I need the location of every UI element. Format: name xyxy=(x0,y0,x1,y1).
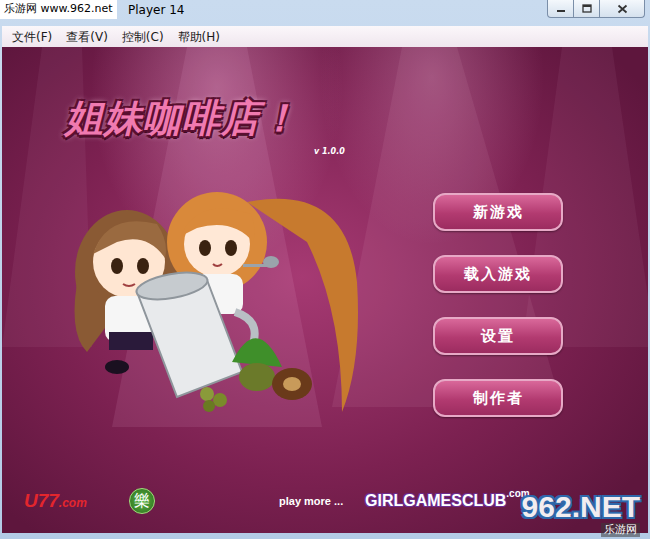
minimize-button[interactable] xyxy=(547,0,574,18)
menu-button[interactable]: 载入游戏 xyxy=(433,255,563,293)
menu-item[interactable]: 控制(C) xyxy=(120,29,170,45)
play-more-link[interactable]: play more ... xyxy=(279,495,365,507)
watermark-name: 乐游网 xyxy=(601,523,640,537)
window-controls xyxy=(547,0,645,18)
watermark-site: 962.NET xyxy=(522,491,640,523)
title-area: 姐妹咖啡店！ v 1.0.0 xyxy=(2,47,433,488)
watermark: 乐游网 www.962.net xyxy=(0,0,117,19)
menu-item[interactable]: 文件(F) xyxy=(10,29,58,45)
watermark-962: 962.NET乐游网 xyxy=(522,491,640,537)
menu-item[interactable]: 查看(V) xyxy=(64,29,114,45)
menu-button[interactable]: 新游戏 xyxy=(433,193,563,231)
club-name: GIRLGAMESCLUB xyxy=(365,492,506,510)
menu-item[interactable]: 帮助(H) xyxy=(176,29,226,45)
version-label: v 1.0.0 xyxy=(314,147,345,156)
flash-player-window: 乐游网 www.962.netPlayer 14 文件(F) 查看(V) 控制(C) 帮… xyxy=(0,0,650,539)
main-menu: 新游戏载入游戏设置制作者 xyxy=(433,47,563,488)
sisters-with-coffee-cup-icon xyxy=(57,162,377,412)
u77-domain: .com xyxy=(59,496,87,510)
menu-button[interactable]: 制作者 xyxy=(433,379,563,417)
menu-button[interactable]: 设置 xyxy=(433,317,563,355)
game-stage: 姐妹咖啡店！v 1.0.0新游戏载入游戏设置制作者U77.com樂play mo… xyxy=(2,47,648,533)
close-icon xyxy=(617,4,628,14)
le-logo[interactable]: 樂 xyxy=(129,488,279,514)
girlgamesclub-logo[interactable]: GIRLGAMESCLUB.com xyxy=(365,492,530,510)
title-bar: 乐游网 www.962.netPlayer 14 xyxy=(0,0,650,22)
u77-name: U77 xyxy=(24,490,59,512)
close-button[interactable] xyxy=(600,0,645,18)
le-badge: 樂 xyxy=(129,488,155,514)
maximize-button[interactable] xyxy=(574,0,600,18)
game-main: 姐妹咖啡店！ v 1.0.0 新游戏载入游戏设置制作者 xyxy=(2,47,648,488)
minimize-icon xyxy=(556,5,566,13)
u77-logo[interactable]: U77.com xyxy=(24,490,129,512)
game-logo: 姐妹咖啡店！ xyxy=(65,93,433,143)
menu-bar: 文件(F) 查看(V) 控制(C) 帮助(H) xyxy=(2,26,648,47)
maximize-icon xyxy=(582,4,592,13)
